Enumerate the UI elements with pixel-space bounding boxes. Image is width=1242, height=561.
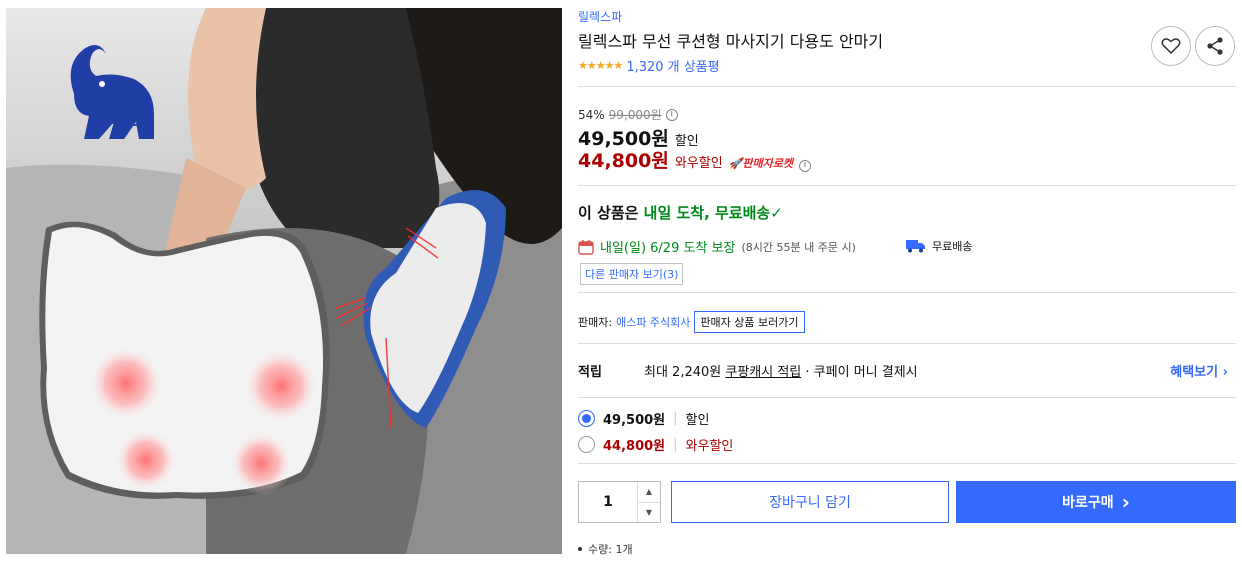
delivery-headline: 이 상품은 내일 도착, 무료배송✓ <box>578 202 783 223</box>
divider <box>578 463 1236 464</box>
bullet-icon <box>578 547 582 551</box>
option-label: 와우할인 <box>685 439 734 454</box>
chevron-right-icon: › <box>1121 490 1130 514</box>
quantity-decrease-button[interactable]: ▼ <box>638 503 660 523</box>
seller-label: 판매자: <box>578 316 613 329</box>
delivery-headline-prefix: 이 상품은 <box>578 204 644 222</box>
option-label: 할인 <box>685 413 710 428</box>
radio-selected[interactable] <box>578 410 595 427</box>
info-icon[interactable]: i <box>665 108 678 121</box>
chevron-right-icon: › <box>1222 365 1228 380</box>
quantity-stepper[interactable]: 1 ▲ ▼ <box>578 481 661 523</box>
truck-icon <box>906 240 925 253</box>
option-separator: | <box>673 437 678 452</box>
quantity-note: 수량: 1개 <box>578 541 633 557</box>
heart-icon <box>1161 38 1181 55</box>
brand-logo-text: 릴렉스파 <box>94 111 154 131</box>
rating-row[interactable]: ★★★★★ 1,320 개 상품평 <box>578 56 720 75</box>
divider <box>578 185 1236 186</box>
buy-now-button[interactable]: 바로구매 › <box>956 481 1236 523</box>
arrival-condition: (8시간 55분 내 주문 시) <box>741 240 856 254</box>
share-icon <box>1207 37 1223 55</box>
calendar-icon <box>578 239 594 255</box>
brand-link[interactable]: 릴렉스파 <box>578 8 622 25</box>
option-separator: | <box>673 411 678 426</box>
option-price: 44,800원 <box>603 439 666 454</box>
quantity-arrows: ▲ ▼ <box>638 482 660 522</box>
info-icon[interactable]: i <box>798 159 811 172</box>
wow-price-label: 와우할인 <box>674 156 723 171</box>
original-price: 99,000원 <box>608 108 662 122</box>
product-info-panel: 릴렉스파 릴렉스파 무선 쿠션형 마사지기 다용도 안마기 ★★★★★ 1,32… <box>578 0 1236 561</box>
delivery-headline-highlight: 내일 도착, 무료배송 <box>643 204 771 222</box>
buy-now-label: 바로구매 <box>1062 495 1114 511</box>
review-count-link[interactable]: 1,320 개 상품평 <box>626 56 719 75</box>
seller-row: 판매자: 애스파 주식회사 판매자 상품 보러가기 <box>578 311 805 333</box>
arrival-row: 내일(일) 6/29 도착 보장 (8시간 55분 내 주문 시) <box>578 237 856 256</box>
wow-price: 44,800원 <box>578 150 669 172</box>
quantity-note-text: 수량: 1개 <box>588 543 633 556</box>
discount-rate: 54% <box>578 107 605 122</box>
free-shipping: 무료배송 <box>906 238 972 254</box>
reward-row: 적립 최대 2,240원 쿠팡캐시 적립 · 쿠페이 머니 결제시 혜택보기 › <box>578 361 1236 380</box>
wow-price-row: 44,800원 와우할인 🚀판매자로켓 i <box>578 146 811 173</box>
reward-text-suffix: · 쿠페이 머니 결제시 <box>801 365 918 380</box>
option-wow-price[interactable]: 44,800원 | 와우할인 <box>578 435 733 454</box>
view-benefits-link[interactable]: 혜택보기 › <box>1170 361 1228 380</box>
reward-label: 적립 <box>578 365 602 380</box>
option-sale-price[interactable]: 49,500원 | 할인 <box>578 409 709 428</box>
wishlist-button[interactable] <box>1151 26 1191 66</box>
discount-row: 54% 99,000원 i <box>578 106 678 123</box>
reward-description: 최대 2,240원 쿠팡캐시 적립 · 쿠페이 머니 결제시 <box>644 361 918 380</box>
option-price: 49,500원 <box>603 413 666 428</box>
divider <box>578 397 1236 398</box>
seller-products-button[interactable]: 판매자 상품 보러가기 <box>694 311 805 333</box>
quantity-input[interactable]: 1 <box>579 482 638 522</box>
rating-stars: ★★★★★ <box>578 59 623 72</box>
free-shipping-label: 무료배송 <box>932 240 973 253</box>
product-image[interactable]: 릴렉스파 <box>6 8 562 554</box>
add-to-cart-button[interactable]: 장바구니 담기 <box>671 481 949 523</box>
radio-unselected[interactable] <box>578 436 595 453</box>
reward-text-prefix: 최대 2,240원 <box>644 365 726 380</box>
seller-name-link[interactable]: 애스파 주식회사 <box>616 314 690 330</box>
divider <box>578 292 1236 293</box>
check-icon: ✓ <box>770 204 783 222</box>
product-title: 릴렉스파 무선 쿠션형 마사지기 다용도 안마기 <box>578 32 884 51</box>
coupang-cash-link[interactable]: 쿠팡캐시 적립 <box>725 365 801 380</box>
view-benefits-label: 혜택보기 <box>1170 365 1219 380</box>
arrival-date: 내일(일) 6/29 도착 보장 <box>600 241 736 256</box>
quantity-increase-button[interactable]: ▲ <box>638 482 660 503</box>
divider <box>578 343 1236 344</box>
seller-rocket-badge: 🚀판매자로켓 <box>728 157 793 170</box>
divider <box>578 86 1236 87</box>
other-sellers-button[interactable]: 다른 판매자 보기(3) <box>580 263 684 285</box>
share-button[interactable] <box>1195 26 1235 66</box>
